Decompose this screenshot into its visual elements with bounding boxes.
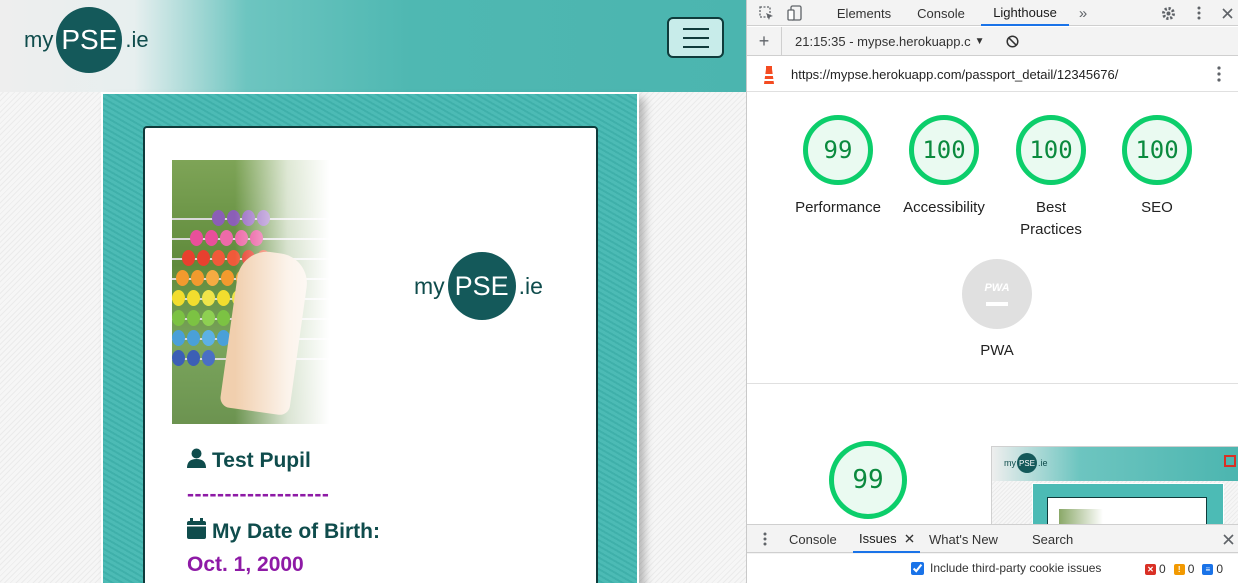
- dob-heading: My Date of Birth:: [187, 518, 380, 545]
- close-icon[interactable]: [905, 531, 914, 546]
- logo-brand-circle: PSE: [56, 7, 123, 73]
- site-logo[interactable]: my PSE .ie: [24, 7, 149, 73]
- report-select[interactable]: 21:15:35 - mypse.herokuapp.c ▼: [795, 27, 995, 56]
- dropdown-arrow-icon: ▼: [974, 36, 985, 47]
- separator-line: -------------------: [187, 483, 330, 506]
- logo-prefix: my: [414, 272, 445, 299]
- lighthouse-toolbar: + 21:15:35 - mypse.herokuapp.c ▼: [747, 27, 1238, 56]
- error-icon: ✕: [1145, 563, 1156, 575]
- pupil-name-heading: Test Pupil: [187, 448, 311, 474]
- tab-console[interactable]: Console: [907, 0, 975, 26]
- seo-score-gauge[interactable]: 100: [1122, 115, 1192, 185]
- hamburger-icon-bar: [682, 27, 709, 30]
- pupil-name: Test Pupil: [212, 449, 311, 472]
- warning-count: ! 0: [1173, 562, 1195, 576]
- abacus-photo: [172, 160, 382, 424]
- device-toolbar-icon[interactable]: [783, 0, 805, 26]
- info-icon: ≡: [1202, 563, 1214, 575]
- tab-elements[interactable]: Elements: [829, 0, 899, 26]
- calendar-icon: [187, 518, 206, 545]
- third-party-cookie-label: Include third-party cookie issues: [930, 561, 1102, 575]
- drawer-tab-issues-label: Issues: [859, 530, 897, 546]
- performance-detail-gauge: 99: [829, 441, 907, 519]
- hamburger-icon-bar: [682, 45, 709, 48]
- logo-suffix: .ie: [125, 27, 149, 52]
- site-header: my PSE .ie: [0, 0, 746, 92]
- accessibility-score-gauge[interactable]: 100: [909, 115, 979, 185]
- drawer-menu-icon[interactable]: [763, 525, 767, 553]
- pwa-badge-text: PWA: [984, 282, 1010, 294]
- error-count: ✕ 0: [1145, 562, 1166, 576]
- kebab-menu-icon[interactable]: [1189, 0, 1209, 26]
- drawer-tab-bar: Console Issues What's New Search: [747, 525, 1238, 553]
- kebab-menu-icon[interactable]: [1217, 66, 1221, 85]
- inspect-element-icon[interactable]: [755, 0, 777, 26]
- info-count: ≡ 0: [1202, 562, 1223, 576]
- more-tabs-icon[interactable]: »: [1073, 0, 1093, 26]
- report-select-label: 21:15:35 - mypse.herokuapp.c: [795, 34, 971, 49]
- page-screenshot-thumbnail[interactable]: my PSE .ie: [991, 446, 1238, 526]
- accessibility-label: Accessibility: [903, 199, 985, 216]
- section-divider: [747, 383, 1238, 384]
- pwa-dash-icon: [986, 302, 1008, 306]
- close-icon[interactable]: [1217, 0, 1237, 26]
- gear-icon[interactable]: [1157, 0, 1179, 26]
- performance-score-gauge[interactable]: 99: [803, 115, 873, 185]
- dob-value: Oct. 1, 2000: [187, 553, 304, 576]
- third-party-cookie-toggle[interactable]: Include third-party cookie issues: [911, 561, 1101, 575]
- warning-count-value: 0: [1187, 562, 1195, 576]
- tab-lighthouse[interactable]: Lighthouse: [981, 0, 1069, 26]
- hamburger-menu-button[interactable]: [667, 17, 724, 58]
- third-party-cookie-checkbox[interactable]: [911, 561, 924, 575]
- drawer-tab-whats-new[interactable]: What's New: [929, 525, 998, 553]
- info-count-value: 0: [1216, 562, 1224, 576]
- error-count-value: 0: [1159, 562, 1166, 576]
- best-practices-label: Best Practices: [1020, 199, 1082, 238]
- clear-icon[interactable]: [1002, 27, 1022, 56]
- website-viewport: my PSE .ie my PSE .ie Test Pupil -------…: [0, 0, 746, 583]
- best-practices-score-gauge[interactable]: 100: [1016, 115, 1086, 185]
- logo-brand-circle: PSE: [447, 252, 516, 320]
- performance-label: Performance: [795, 199, 881, 216]
- warning-icon: !: [1173, 563, 1185, 575]
- seo-label: SEO: [1141, 199, 1173, 216]
- pwa-label: PWA: [980, 342, 1014, 359]
- pwa-badge[interactable]: PWA: [962, 259, 1032, 329]
- plus-icon[interactable]: +: [753, 27, 775, 56]
- devtools-drawer: Console Issues What's New Search Include…: [747, 524, 1238, 583]
- logo-prefix: my: [24, 27, 54, 52]
- drawer-tab-search[interactable]: Search: [1032, 525, 1073, 553]
- logo-suffix: .ie: [518, 272, 543, 299]
- audited-url[interactable]: https://mypse.herokuapp.com/passport_det…: [791, 67, 1118, 82]
- issue-counters[interactable]: ✕ 0 ! 0 ≡ 0: [1145, 562, 1223, 576]
- photo-fade-overlay: [172, 160, 382, 424]
- thumbnail-logo: my PSE .ie: [1004, 453, 1048, 473]
- thumbnail-logo-suffix: .ie: [1038, 458, 1048, 468]
- drawer-tab-console[interactable]: Console: [789, 525, 837, 553]
- dob-label: My Date of Birth:: [212, 519, 380, 543]
- hamburger-icon-bar: [682, 36, 709, 39]
- lighthouse-icon: [761, 65, 777, 88]
- audited-url-bar: https://mypse.herokuapp.com/passport_det…: [747, 57, 1238, 92]
- devtools-panel: Elements Console Lighthouse » + 21:15:35…: [746, 0, 1238, 583]
- issues-toolbar: Include third-party cookie issues ✕ 0 ! 0 …: [747, 554, 1238, 583]
- card-logo: my PSE .ie: [414, 252, 543, 320]
- drawer-tab-issues[interactable]: Issues: [853, 525, 920, 553]
- close-icon[interactable]: [1223, 525, 1234, 553]
- highlight-box: [1224, 455, 1236, 467]
- user-icon: [187, 448, 206, 474]
- thumbnail-logo-brand: PSE: [1017, 453, 1037, 473]
- thumbnail-logo-prefix: my: [1004, 458, 1016, 468]
- devtools-tab-bar: Elements Console Lighthouse »: [747, 0, 1238, 26]
